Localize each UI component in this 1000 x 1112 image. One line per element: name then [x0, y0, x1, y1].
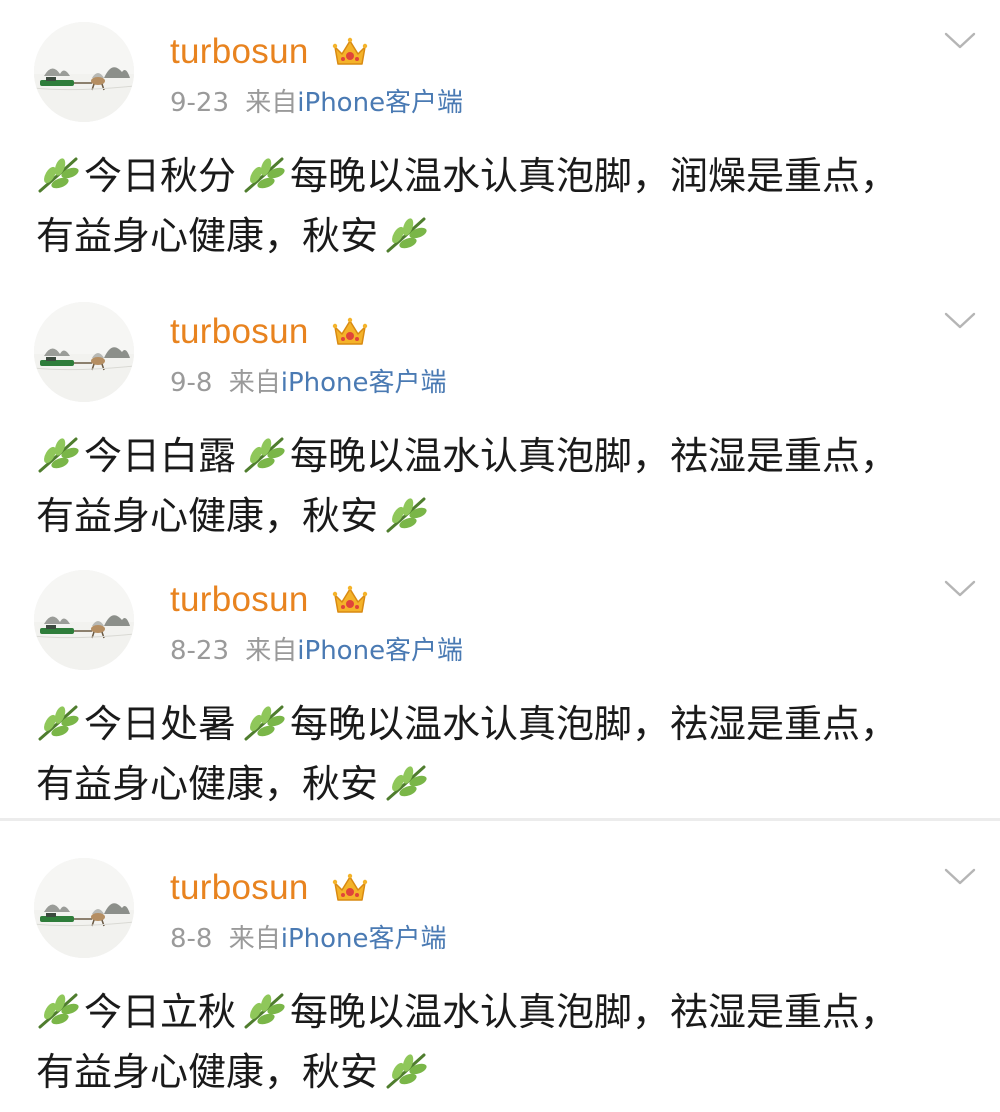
post-content: 今日白露 每晚以温水认真泡脚，祛湿是重点，有益身心健康，秋安 [36, 426, 936, 546]
solar-term: 今日白露 [84, 434, 237, 478]
post-content: 今日秋分 每晚以温水认真泡脚，润燥是重点，有益身心健康，秋安 [36, 146, 936, 266]
leaf-icon [38, 705, 79, 741]
leaf-icon [244, 157, 285, 193]
crown-icon[interactable] [332, 36, 368, 68]
snowy-landscape-icon [34, 302, 134, 402]
post-meta: 9-23 来自iPhone客户端 [170, 84, 463, 122]
leaf-icon [244, 437, 285, 473]
post-card[interactable]: turbosun 8-23 来自iPhone客户端 今日处暑 每晚以温水认真泡脚… [0, 548, 1000, 816]
chevron-down-icon[interactable] [943, 578, 977, 600]
leaf-icon [386, 1053, 427, 1089]
username[interactable]: turbosun [170, 28, 309, 76]
weibo-feed: turbosun 9-23 来自iPhone客户端 今日秋分 每晚以温水认真泡脚… [0, 0, 1000, 1112]
chevron-down-icon[interactable] [943, 866, 977, 888]
solar-term: 今日秋分 [84, 154, 237, 198]
post-content: 今日处暑 每晚以温水认真泡脚，祛湿是重点，有益身心健康，秋安 [36, 694, 936, 814]
leaf-icon [386, 497, 427, 533]
leaf-icon [38, 437, 79, 473]
username[interactable]: turbosun [170, 864, 309, 912]
avatar[interactable] [34, 570, 134, 670]
leaf-icon [244, 705, 285, 741]
chevron-down-icon[interactable] [943, 30, 977, 52]
source-prefix: 来自 [245, 88, 298, 118]
leaf-icon [386, 765, 427, 801]
post-card[interactable]: turbosun 9-8 来自iPhone客户端 今日白露 每晚以温水认真泡脚，… [0, 280, 1000, 556]
post-divider [0, 818, 1000, 821]
source-prefix: 来自 [245, 636, 298, 666]
post-date: 9-8 [170, 368, 213, 398]
post-meta: 8-23 来自iPhone客户端 [170, 632, 463, 670]
post-content: 今日立秋 每晚以温水认真泡脚，祛湿是重点，有益身心健康，秋安 [36, 982, 936, 1102]
avatar[interactable] [34, 858, 134, 958]
solar-term: 今日立秋 [84, 990, 237, 1034]
avatar[interactable] [34, 302, 134, 402]
post-meta: 8-8 来自iPhone客户端 [170, 920, 447, 958]
post-card[interactable]: turbosun 8-8 来自iPhone客户端 今日立秋 每晚以温水认真泡脚，… [0, 836, 1000, 1112]
snowy-landscape-icon [34, 570, 134, 670]
leaf-icon [38, 157, 79, 193]
crown-icon[interactable] [332, 316, 368, 348]
source-app-link[interactable]: iPhone客户端 [297, 636, 463, 666]
source-prefix: 来自 [228, 368, 281, 398]
post-meta: 9-8 来自iPhone客户端 [170, 364, 447, 402]
username[interactable]: turbosun [170, 308, 309, 356]
crown-icon[interactable] [332, 872, 368, 904]
leaf-icon [244, 993, 285, 1029]
chevron-down-icon[interactable] [943, 310, 977, 332]
avatar[interactable] [34, 22, 134, 122]
post-date: 8-8 [170, 924, 213, 954]
snowy-landscape-icon [34, 22, 134, 122]
username[interactable]: turbosun [170, 576, 309, 624]
source-app-link[interactable]: iPhone客户端 [281, 368, 447, 398]
crown-icon[interactable] [332, 584, 368, 616]
post-date: 9-23 [170, 88, 230, 118]
snowy-landscape-icon [34, 858, 134, 958]
post-date: 8-23 [170, 636, 230, 666]
leaf-icon [386, 217, 427, 253]
source-app-link[interactable]: iPhone客户端 [281, 924, 447, 954]
leaf-icon [38, 993, 79, 1029]
source-app-link[interactable]: iPhone客户端 [297, 88, 463, 118]
source-prefix: 来自 [228, 924, 281, 954]
solar-term: 今日处暑 [84, 702, 237, 746]
post-card[interactable]: turbosun 9-23 来自iPhone客户端 今日秋分 每晚以温水认真泡脚… [0, 0, 1000, 292]
